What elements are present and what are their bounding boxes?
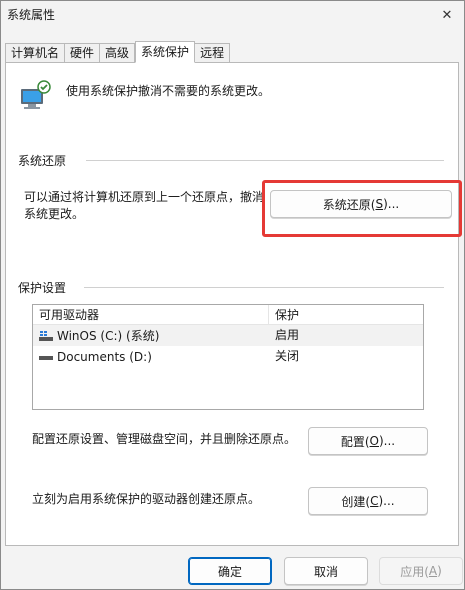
protection-group-label: 保护设置 xyxy=(18,279,73,296)
configure-button-key: O xyxy=(369,434,379,448)
tab-system-protection[interactable]: 系统保护 xyxy=(135,41,196,63)
tab-hardware[interactable]: 硬件 xyxy=(65,43,101,63)
create-button-suffix: )... xyxy=(378,494,395,508)
tab-advanced[interactable]: 高级 xyxy=(100,43,136,63)
drive-name: WinOS (C:) (系统) xyxy=(57,328,160,343)
drive-name: Documents (D:) xyxy=(57,349,152,364)
system-protection-icon xyxy=(21,80,51,109)
title-bar: 系统属性 ✕ xyxy=(1,1,464,33)
configure-button[interactable]: 配置(O)... xyxy=(308,427,428,455)
table-row[interactable]: WinOS (C:) (系统) 启用 xyxy=(33,325,423,346)
column-header-drives[interactable]: 可用驱动器 xyxy=(33,305,269,324)
protection-status: 启用 xyxy=(275,328,300,342)
apply-button-key: A xyxy=(428,564,438,578)
header-description: 使用系统保护撤消不需要的系统更改。 xyxy=(66,84,271,98)
create-button-label: 创建( xyxy=(341,494,371,509)
restore-description: 可以通过将计算机还原到上一个还原点，撤消系统更改。 xyxy=(24,190,265,221)
table-row[interactable]: Documents (D:) 关闭 xyxy=(33,346,423,367)
create-button[interactable]: 创建(C)... xyxy=(308,487,428,515)
highlight-box xyxy=(262,180,462,237)
configure-button-label: 配置( xyxy=(340,434,370,449)
protection-status: 关闭 xyxy=(275,349,300,363)
configure-button-suffix: )... xyxy=(379,434,396,448)
close-icon[interactable]: ✕ xyxy=(436,5,458,25)
tab-bar: 计算机名 硬件 高级 系统保护 远程 xyxy=(5,41,231,63)
drive-icon xyxy=(39,355,53,360)
drive-cell: WinOS (C:) (系统) xyxy=(33,325,269,346)
create-button-key: C xyxy=(370,494,379,508)
tab-computer-name[interactable]: 计算机名 xyxy=(5,43,66,63)
protection-group-divider xyxy=(84,287,444,288)
apply-button[interactable]: 应用(A) xyxy=(379,557,463,585)
cancel-button[interactable]: 取消 xyxy=(284,557,368,585)
system-protection-panel: 使用系统保护撤消不需要的系统更改。 系统还原 可以通过将计算机还原到上一个还原点… xyxy=(5,62,462,546)
list-header: 可用驱动器 保护 xyxy=(33,305,423,325)
apply-button-suffix: ) xyxy=(437,564,442,578)
windows-drive-icon xyxy=(39,330,53,341)
restore-group-label: 系统还原 xyxy=(18,152,73,169)
configure-description: 配置还原设置、管理磁盘空间，并且删除还原点。 xyxy=(32,432,297,446)
tab-remote[interactable]: 远程 xyxy=(195,43,231,63)
column-header-protection[interactable]: 保护 xyxy=(269,305,299,324)
window-title: 系统属性 xyxy=(7,8,56,22)
drive-cell: Documents (D:) xyxy=(33,346,269,367)
ok-button[interactable]: 确定 xyxy=(188,557,272,585)
restore-group-divider xyxy=(86,160,444,161)
system-properties-window: 系统属性 ✕ 计算机名 硬件 高级 系统保护 远程 使用系统保护撤消不需要的系统… xyxy=(0,0,465,590)
apply-button-label: 应用( xyxy=(400,564,429,579)
drive-list[interactable]: 可用驱动器 保护 WinOS (C:) (系统) 启用 Documents (D… xyxy=(32,304,424,410)
create-description: 立刻为启用系统保护的驱动器创建还原点。 xyxy=(32,492,261,506)
